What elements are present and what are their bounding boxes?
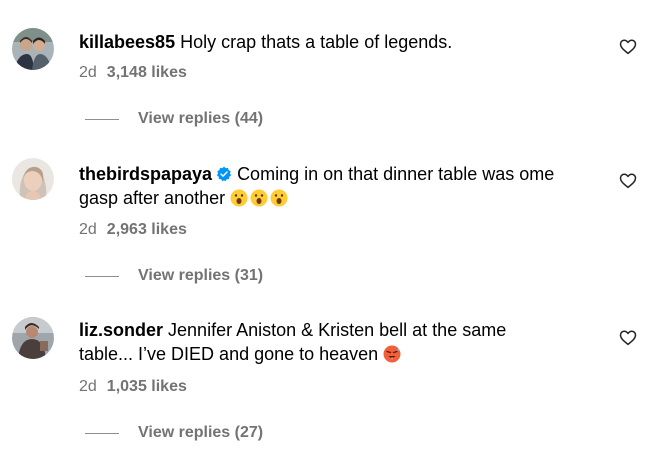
comment-text: killabees85 Holy crap thats a table of l…	[79, 30, 599, 54]
view-replies-label: View replies (31)	[138, 267, 264, 284]
comment-line-2: gasp after another	[79, 186, 599, 213]
avatar[interactable]	[12, 317, 54, 359]
comment-line-1: thebirdspapaya Coming in on that dinner …	[79, 162, 599, 186]
comment-username[interactable]: liz.sonder	[79, 320, 163, 340]
hot-face-emoji-icon	[383, 345, 401, 369]
comment-meta: 2d 3,148 likes	[79, 63, 187, 83]
comment-body-line-1: Coming in on that dinner table was ome	[237, 164, 555, 184]
comment-text: liz.sonder Jennifer Aniston & Kristen be…	[79, 318, 599, 369]
view-replies-button[interactable]: View replies (31)	[85, 266, 263, 286]
view-replies-button[interactable]: View replies (27)	[85, 423, 263, 443]
replies-divider	[85, 432, 119, 434]
comment-meta: 2d 1,035 likes	[79, 377, 187, 397]
view-replies-label: View replies (27)	[138, 424, 264, 441]
comment-line-2: table... I’ve DIED and gone to heaven	[79, 342, 599, 369]
view-replies-button[interactable]: View replies (44)	[85, 109, 263, 129]
comment-text: thebirdspapaya Coming in on that dinner …	[79, 162, 599, 213]
view-replies-label: View replies (44)	[138, 110, 264, 127]
comment-time[interactable]: 2d	[79, 378, 97, 395]
verified-badge-icon	[216, 166, 232, 182]
comment-time[interactable]: 2d	[79, 221, 97, 238]
comment-body-line-1: Jennifer Aniston & Kristen bell at the s…	[168, 320, 507, 340]
comment-line-1: liz.sonder Jennifer Aniston & Kristen be…	[79, 318, 599, 342]
comment-likes[interactable]: 3,148 likes	[107, 64, 187, 81]
surprised-face-emoji-icon	[230, 189, 290, 213]
comment-likes[interactable]: 1,035 likes	[107, 378, 187, 395]
replies-divider	[85, 118, 119, 120]
comment-time[interactable]: 2d	[79, 64, 97, 81]
comment-body-line-2: gasp after another	[79, 188, 226, 208]
heart-outline-icon[interactable]	[619, 329, 637, 347]
heart-outline-icon[interactable]	[619, 172, 637, 190]
comment-body-line-2: table... I’ve DIED and gone to heaven	[79, 344, 379, 364]
avatar[interactable]	[12, 28, 54, 70]
replies-divider	[85, 275, 119, 277]
comment-username[interactable]: killabees85	[79, 32, 175, 52]
avatar[interactable]	[12, 158, 54, 200]
heart-outline-icon[interactable]	[619, 38, 637, 56]
comment-username[interactable]: thebirdspapaya	[79, 164, 212, 184]
comment-body: Holy crap thats a table of legends.	[180, 32, 453, 52]
comment-meta: 2d 2,963 likes	[79, 220, 187, 240]
comment-likes[interactable]: 2,963 likes	[107, 221, 187, 238]
